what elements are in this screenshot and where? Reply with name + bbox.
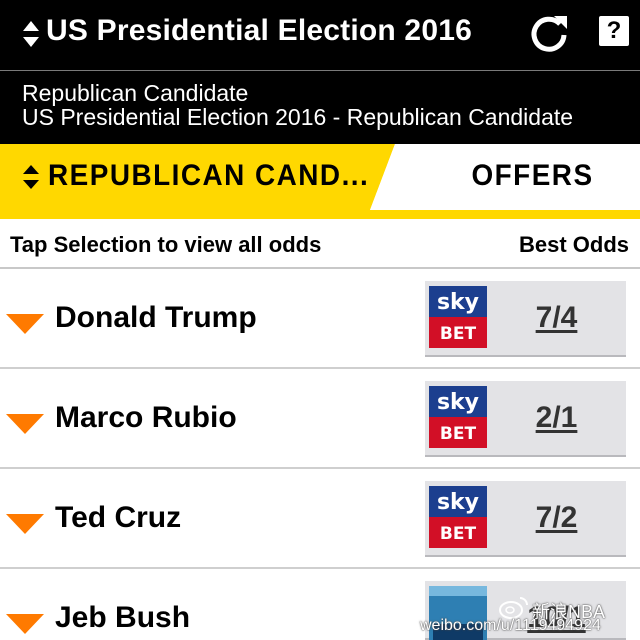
candidate-name[interactable]: Marco Rubio [55, 401, 237, 435]
candidate-name[interactable]: Ted Cruz [55, 501, 181, 535]
odds-button[interactable]: sky BET 7/4 [425, 281, 626, 357]
selection-hint: Tap Selection to view all odds [10, 232, 322, 257]
tab-offers[interactable]: OFFERS [400, 144, 640, 210]
sky-bet-logo-icon: sky BET [429, 386, 487, 448]
tab-market-label: REPUBLICAN CAND... [48, 159, 370, 192]
svg-text:BET: BET [440, 424, 477, 444]
odds-button[interactable]: sky BET 7/2 [425, 481, 626, 557]
expand-arrow-icon[interactable] [6, 313, 44, 335]
expand-arrow-icon[interactable] [6, 513, 44, 535]
selection-row[interactable]: Marco Rubio sky BET 2/1 [0, 369, 640, 469]
sky-bet-logo-icon: sky BET [429, 286, 487, 348]
expand-arrow-icon[interactable] [6, 613, 44, 635]
odds-value[interactable]: 2/1 [487, 401, 626, 435]
odds-button[interactable]: sky BET 2/1 [425, 381, 626, 457]
market-name: Republican Candidate [22, 80, 249, 106]
svg-text:sky: sky [437, 290, 479, 315]
app-header: US Presidential Election 2016 ? [0, 0, 640, 70]
svg-text:BET: BET [440, 524, 477, 544]
selection-row[interactable]: Jeb Bush 10/1 [0, 569, 640, 640]
selection-row[interactable]: Ted Cruz sky BET 7/2 [0, 469, 640, 569]
tab-offers-label: OFFERS [471, 159, 594, 192]
candidate-name[interactable]: Donald Trump [55, 301, 257, 335]
column-header: Tap Selection to view all odds Best Odds [0, 219, 640, 269]
odds-value[interactable]: 7/2 [487, 501, 626, 535]
market-subheader: Republican Candidate US Presidential Ele… [0, 71, 640, 144]
william-hill-logo-icon [429, 586, 487, 640]
svg-text:sky: sky [437, 490, 479, 515]
selection-row[interactable]: Donald Trump sky BET 7/4 [0, 269, 640, 369]
odds-value[interactable]: 7/4 [487, 301, 626, 335]
odds-button[interactable]: 10/1 [425, 581, 626, 640]
sky-bet-logo-icon: sky BET [429, 486, 487, 548]
expand-arrow-icon[interactable] [6, 413, 44, 435]
help-button[interactable]: ? [599, 16, 629, 46]
odds-value[interactable]: 10/1 [487, 601, 626, 635]
page-title[interactable]: US Presidential Election 2016 [46, 14, 472, 48]
sort-updown-icon [23, 165, 39, 189]
refresh-icon[interactable] [526, 12, 572, 58]
tab-bar: REPUBLICAN CAND... OFFERS [0, 144, 640, 219]
market-full-path: US Presidential Election 2016 - Republic… [22, 104, 574, 130]
candidate-name[interactable]: Jeb Bush [55, 601, 190, 635]
best-odds-heading: Best Odds [518, 232, 629, 257]
tab-market-selector[interactable]: REPUBLICAN CAND... [0, 144, 395, 210]
svg-text:sky: sky [437, 390, 479, 415]
svg-text:BET: BET [440, 324, 477, 344]
sort-updown-icon[interactable] [22, 20, 40, 48]
